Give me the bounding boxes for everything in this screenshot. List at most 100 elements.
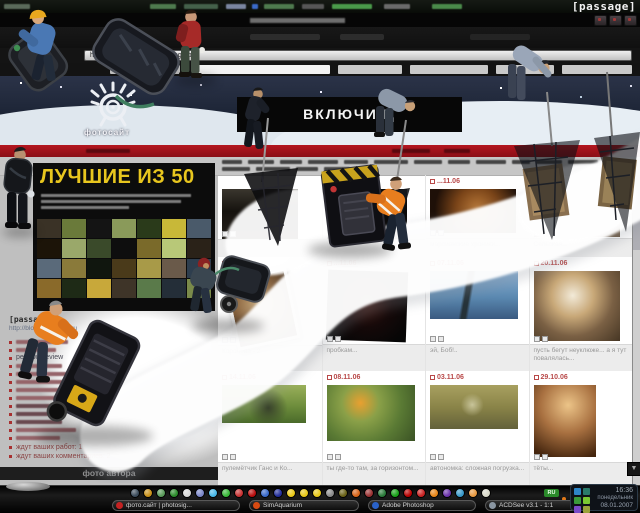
- mosaic-thumbnail[interactable]: [137, 259, 161, 278]
- category-link[interactable]: [256, 167, 290, 171]
- mosaic-thumbnail[interactable]: [62, 219, 86, 238]
- author-photos-bar[interactable]: фото автора: [0, 467, 218, 480]
- address-input[interactable]: http://www.photosight.ru/image.php: [84, 50, 632, 61]
- sidebar-menu-item[interactable]: [9, 394, 209, 402]
- comments-icon[interactable]: [430, 230, 436, 236]
- browser-titlebar[interactable]: [0, 13, 640, 27]
- photo-caption[interactable]: Сельская...: [530, 238, 633, 257]
- quick-launch-icon[interactable]: [143, 488, 153, 498]
- quick-launch-icon[interactable]: [273, 488, 283, 498]
- comments-icon[interactable]: [327, 454, 333, 460]
- category-link[interactable]: [604, 160, 628, 164]
- mosaic-thumbnail[interactable]: [162, 239, 186, 258]
- quick-launch-icon[interactable]: [403, 488, 413, 498]
- photo-thumbnail[interactable]: [534, 271, 620, 341]
- photo-cell[interactable]: 20.11.06 пусть бегут неуклюже... а я тут…: [529, 257, 633, 371]
- photo-thumbnail[interactable]: [222, 385, 306, 423]
- mosaic-thumbnail[interactable]: [87, 239, 111, 258]
- comments-icon[interactable]: [327, 231, 333, 237]
- mosaic-thumbnail[interactable]: [187, 239, 211, 258]
- mosaic-thumbnail[interactable]: [137, 239, 161, 258]
- photo-cell[interactable]: [218, 175, 322, 257]
- photo-cell[interactable]: ...11.06 марсианские хроники...: [425, 175, 529, 257]
- photo-thumbnail[interactable]: [430, 271, 518, 319]
- mosaic-thumbnail[interactable]: [37, 279, 61, 298]
- sidebar-menu-item[interactable]: [9, 386, 209, 394]
- photo-caption[interactable]: Королева - 2: [218, 345, 322, 371]
- menu-item[interactable]: [444, 149, 470, 153]
- comments-icon[interactable]: [430, 454, 436, 460]
- taskbar-button-photoshop[interactable]: Adobe Photoshop: [368, 500, 476, 511]
- views-icon[interactable]: [230, 337, 236, 343]
- sidebar-menu-item[interactable]: [9, 346, 209, 354]
- mosaic-thumbnail[interactable]: [62, 239, 86, 258]
- mosaic-thumbnail[interactable]: [112, 239, 136, 258]
- bookmark-item[interactable]: [338, 65, 402, 74]
- bookmark-item[interactable]: [410, 65, 488, 74]
- comments-icon[interactable]: [430, 336, 436, 342]
- category-link[interactable]: [568, 160, 598, 164]
- sidebar-menu-item[interactable]: [9, 434, 209, 442]
- mosaic-thumbnail[interactable]: [137, 219, 161, 238]
- maximize-button[interactable]: [609, 15, 622, 26]
- quick-launch-icon[interactable]: [351, 488, 361, 498]
- bookmark-item[interactable]: [562, 65, 632, 74]
- mosaic-thumbnail[interactable]: [37, 239, 61, 258]
- comments-icon[interactable]: [222, 337, 228, 343]
- close-button[interactable]: [624, 15, 637, 26]
- views-icon[interactable]: [438, 454, 444, 460]
- photo-cell[interactable]: 03.11.06 автономка: сложная погрузка...: [425, 371, 529, 485]
- taskbar-button-photosight[interactable]: фото.сайт | photosig...: [112, 500, 240, 511]
- mosaic-thumbnail[interactable]: [187, 219, 211, 238]
- quick-launch-icon[interactable]: [299, 488, 309, 498]
- quick-launch-icon[interactable]: [221, 488, 231, 498]
- photo-caption[interactable]: ты где-то там, за горизонтом...: [323, 462, 426, 485]
- sidebar-menu-item[interactable]: [9, 426, 209, 434]
- category-link[interactable]: [222, 167, 250, 171]
- scrollbar-thumb[interactable]: [633, 165, 640, 250]
- mosaic-thumbnail[interactable]: [162, 279, 186, 298]
- mosaic-thumbnail[interactable]: [112, 259, 136, 278]
- views-icon[interactable]: [542, 336, 548, 342]
- language-indicator[interactable]: RU: [544, 489, 559, 497]
- photo-thumbnail[interactable]: [430, 385, 518, 429]
- tray-icon[interactable]: [574, 488, 581, 495]
- mosaic-thumbnail[interactable]: [112, 279, 136, 298]
- quick-launch-icon[interactable]: [390, 488, 400, 498]
- mosaic-thumbnail[interactable]: [162, 259, 186, 278]
- best50-banner[interactable]: ЛУЧШИЕ ИЗ 50: [33, 163, 215, 311]
- pending-comments-counter[interactable]: ждут ваших комментариев: 2: [9, 452, 111, 460]
- sidebar-blog-url[interactable]: http://blog.photosight.ru: [9, 325, 77, 332]
- quick-launch-icon[interactable]: [286, 488, 296, 498]
- menu-item[interactable]: [86, 149, 130, 153]
- sidebar-menu-item[interactable]: режим preview: [9, 354, 209, 362]
- comments-icon[interactable]: [534, 230, 540, 236]
- mosaic-thumbnail[interactable]: [162, 219, 186, 238]
- menu-item[interactable]: [392, 149, 430, 153]
- comments-icon[interactable]: [327, 336, 333, 342]
- views-icon[interactable]: [335, 231, 341, 237]
- sidebar-passage-link[interactable]: [passage]: [9, 315, 52, 324]
- category-link[interactable]: [248, 160, 274, 164]
- category-link[interactable]: [374, 160, 408, 164]
- photo-thumbnail[interactable]: [325, 270, 407, 343]
- mosaic-thumbnail[interactable]: [187, 279, 211, 298]
- views-icon[interactable]: [230, 454, 236, 460]
- site-logo-wordmark[interactable]: фотосайт: [84, 128, 130, 137]
- mosaic-thumbnail[interactable]: [62, 279, 86, 298]
- category-link[interactable]: [414, 160, 442, 164]
- views-icon[interactable]: [438, 336, 444, 342]
- mosaic-thumbnail[interactable]: [62, 259, 86, 278]
- taskbar-button-simaquarium[interactable]: SimAquarium: [249, 500, 359, 511]
- photo-cell[interactable]: ...11.06 пробкам...: [322, 257, 426, 371]
- bookmark-item[interactable]: [110, 65, 180, 74]
- views-icon[interactable]: [335, 336, 341, 342]
- category-link[interactable]: [344, 160, 368, 164]
- mosaic-thumbnail[interactable]: [87, 259, 111, 278]
- sidebar-menu-item[interactable]: [9, 402, 209, 410]
- category-link[interactable]: [536, 160, 562, 164]
- views-icon[interactable]: [335, 454, 341, 460]
- photo-cell[interactable]: 08.11.06 ты где-то там, за горизонтом...: [322, 371, 426, 485]
- mosaic-thumbnail[interactable]: [87, 279, 111, 298]
- quick-launch-icon[interactable]: [234, 488, 244, 498]
